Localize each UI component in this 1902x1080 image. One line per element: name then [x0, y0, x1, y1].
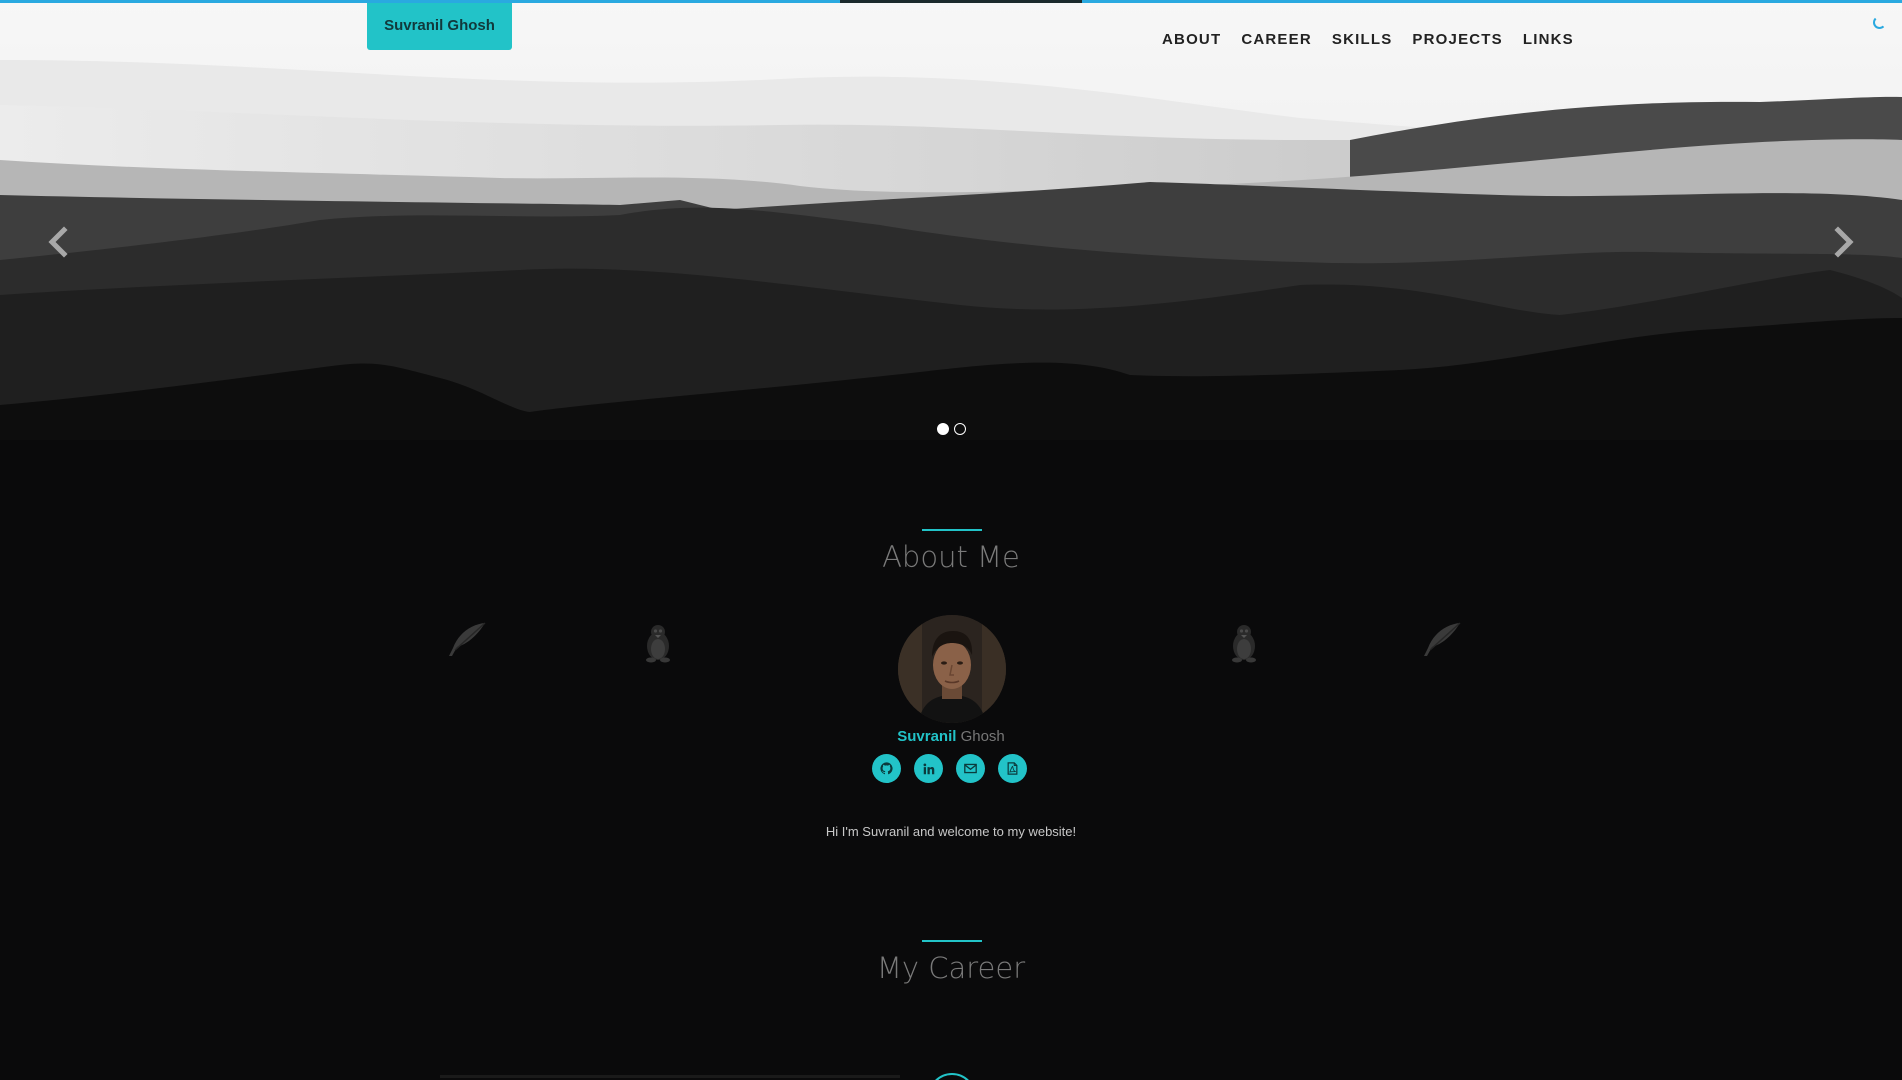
welcome-text: Hi I'm Suvranil and welcome to my websit…: [825, 824, 1077, 839]
feather-icon: [1424, 622, 1461, 656]
carousel-prev-button[interactable]: [44, 222, 74, 262]
about-heading: About Me: [882, 540, 1020, 574]
carousel-indicator-1[interactable]: [937, 423, 949, 435]
about-heading-divider: [922, 529, 982, 531]
chevron-left-icon: [48, 226, 68, 258]
linkedin-link-button[interactable]: [914, 754, 943, 783]
carousel-next-button[interactable]: [1828, 222, 1858, 262]
career-heading: My Career: [876, 951, 1026, 985]
mountain-landscape: [0, 0, 1902, 480]
email-link-button[interactable]: [956, 754, 985, 783]
envelope-icon: [964, 763, 977, 774]
profile-photo: [898, 615, 1006, 723]
feather-icon: [449, 622, 486, 656]
carousel-indicator-2[interactable]: [954, 423, 966, 435]
chevron-right-icon: [1834, 226, 1854, 258]
nav-about[interactable]: ABOUT: [1162, 31, 1221, 48]
linkedin-icon: [923, 763, 934, 774]
nav-links[interactable]: LINKS: [1523, 31, 1574, 48]
linux-penguin-icon: [646, 625, 670, 663]
resume-link-button[interactable]: [998, 754, 1027, 783]
loading-spinner-icon: [1873, 16, 1886, 29]
hero-carousel: Suvranil Ghosh ABOUT CAREER SKILLS PROJE…: [0, 0, 1902, 480]
avatar: [898, 615, 1006, 723]
github-link-button[interactable]: [872, 754, 901, 783]
brand-button[interactable]: Suvranil Ghosh: [367, 0, 512, 50]
nav-skills[interactable]: SKILLS: [1332, 31, 1393, 48]
main-nav: ABOUT CAREER SKILLS PROJECTS LINKS: [1162, 31, 1594, 48]
profile-last-name: Ghosh: [960, 728, 1005, 745]
nav-career[interactable]: CAREER: [1241, 31, 1312, 48]
career-timeline-marker: [928, 1073, 976, 1080]
linux-penguin-icon: [1232, 625, 1256, 663]
profile-first-name: Suvranil: [897, 728, 957, 745]
page-loading-bar-segment: [840, 0, 1082, 3]
carousel-indicators: [937, 423, 966, 435]
career-heading-divider: [922, 940, 982, 942]
nav-projects[interactable]: PROJECTS: [1412, 31, 1502, 48]
social-links: [872, 754, 1027, 783]
career-timeline-line: [440, 1075, 900, 1078]
profile-name: Suvranil Ghosh: [0, 728, 1902, 745]
github-icon: [880, 762, 893, 775]
pdf-file-icon: [1007, 762, 1018, 775]
